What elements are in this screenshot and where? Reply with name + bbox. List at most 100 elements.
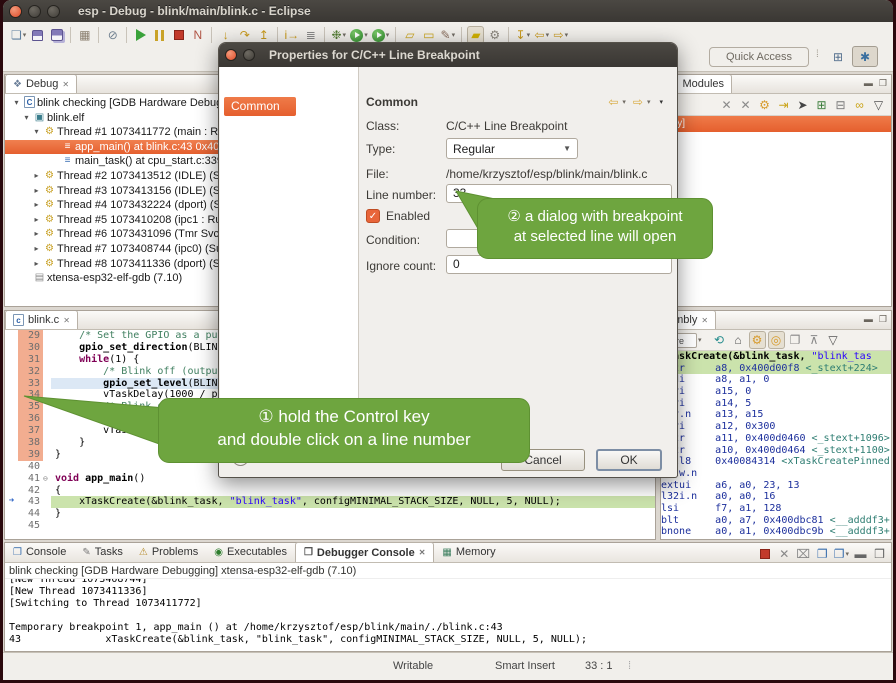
suspend-icon[interactable] [151, 26, 168, 44]
maximize-icon[interactable]: ❒ [871, 545, 888, 563]
disassembly-line[interactable]: l32i.n a0, a0, 16 [661, 491, 891, 503]
disassembly-line[interactable]: blt a0, a7, 0x400dbc81 <__adddf3+ [661, 515, 891, 527]
disassembly-line[interactable]: addi a8, a1, 0 [661, 374, 891, 386]
maximize-icon[interactable]: ❒ [879, 78, 887, 89]
window-minimize-icon[interactable] [28, 5, 41, 18]
maximize-icon[interactable]: ❒ [879, 314, 887, 325]
expand-all-icon[interactable]: ⊞ [813, 96, 830, 114]
tab-executables[interactable]: ◉Executables [206, 542, 295, 562]
cpp-perspective-icon[interactable]: ⊞ [828, 46, 848, 67]
code-line[interactable]: 44} [5, 508, 655, 520]
modules-selected-row[interactable]: rary] [661, 116, 891, 132]
remove-launch-icon[interactable]: ✕ [776, 545, 793, 563]
line-number[interactable]: 39 [18, 449, 43, 461]
close-icon[interactable]: ✕ [63, 316, 70, 325]
disassembly-line[interactable]: movi a15, 0 [661, 386, 891, 398]
view-menu-icon[interactable]: ▾ [659, 98, 663, 106]
line-number[interactable]: 31 [18, 354, 43, 366]
disassembly-listing[interactable]: xTaskCreate(&blink_task, "blink_tasl32r … [661, 351, 891, 539]
module-settings-icon[interactable]: ⚙ [756, 96, 773, 114]
code-line[interactable]: 45 [5, 520, 655, 532]
open-new-view-icon[interactable]: ❐ [787, 331, 804, 349]
line-number[interactable]: 30 [18, 342, 43, 354]
sync-active-context-icon[interactable]: ⚙ [749, 331, 766, 349]
disassembly-line[interactable]: mov.n a13, a15 [661, 409, 891, 421]
home-icon[interactable]: ⌂ [730, 331, 747, 349]
type-dropdown[interactable]: Regular ▼ [446, 138, 578, 159]
minimize-icon[interactable]: ▬ [864, 78, 873, 89]
tree-expander-icon[interactable]: ▾ [21, 111, 32, 126]
tree-expander-icon[interactable]: ▸ [31, 213, 42, 228]
sidebar-item-common[interactable]: Common [224, 97, 296, 116]
load-symbols-icon[interactable]: ⇥ [775, 96, 792, 114]
tab-debugger-console[interactable]: ❐Debugger Console✕ [295, 542, 434, 562]
disassembly-line[interactable]: xTaskCreate(&blink_task, "blink_tas [661, 351, 891, 363]
tab-console[interactable]: ❐Console [5, 542, 74, 562]
code-line[interactable]: 42{ [5, 485, 655, 497]
refresh-icon[interactable]: ⟲ [711, 331, 728, 349]
tab-memory[interactable]: ▦Memory [434, 542, 503, 562]
tree-expander-icon[interactable]: ▸ [31, 227, 42, 242]
tab-tasks[interactable]: ✎Tasks [74, 542, 131, 562]
terminate-icon[interactable] [170, 26, 187, 44]
open-console-icon[interactable]: ❐▾ [833, 545, 850, 563]
enabled-checkbox[interactable]: ✓ [366, 209, 380, 223]
clear-console-icon[interactable]: ⌧ [795, 545, 812, 563]
fold-icon[interactable]: ⊖ [43, 473, 51, 485]
view-menu-icon[interactable]: ▽ [870, 96, 887, 114]
tab-problems[interactable]: ⚠Problems [131, 542, 206, 562]
line-number[interactable]: 45 [18, 520, 43, 532]
window-maximize-icon[interactable] [47, 5, 60, 18]
line-number[interactable]: 41 [18, 473, 43, 485]
disassembly-line[interactable]: extui a6, a0, 23, 13 [661, 480, 891, 492]
quick-access-button[interactable]: Quick Access [709, 47, 809, 67]
tab-debug[interactable]: ❖ Debug ✕ [5, 75, 77, 93]
new-wizard-icon[interactable]: ❏▾ [10, 26, 27, 44]
select-pointer-icon[interactable]: ➤ [794, 96, 811, 114]
view-menu-icon[interactable]: ▽ [825, 331, 842, 349]
show-source-icon[interactable]: ◎ [768, 331, 785, 349]
build-binary-icon[interactable]: ▦ [76, 26, 93, 44]
disassembly-line[interactable]: bnone a0, a1, 0x400dbc9b <__adddf3+ [661, 526, 891, 538]
remove-module-icon[interactable]: ✕ [718, 96, 735, 114]
tab-blink-c[interactable]: c blink.c ✕ [5, 311, 78, 329]
line-number[interactable]: 42 [18, 485, 43, 497]
dialog-close-icon[interactable] [225, 49, 237, 61]
line-number[interactable]: 40 [18, 461, 43, 473]
resume-icon[interactable] [132, 26, 149, 44]
ok-button[interactable]: OK [596, 449, 662, 471]
skip-all-breakpoints-icon[interactable]: ⊘ [104, 26, 121, 44]
tree-expander-icon[interactable]: ▸ [31, 242, 42, 257]
disconnect-icon[interactable]: N [189, 26, 206, 44]
line-number[interactable]: 43 [18, 496, 43, 508]
tree-expander-icon[interactable]: ▾ [11, 96, 22, 111]
minimize-icon[interactable]: ▬ [852, 545, 869, 563]
save-icon[interactable] [29, 26, 46, 44]
forward-arrow-icon[interactable]: ⇨ [633, 95, 643, 109]
link-with-debug-icon[interactable]: ∞ [851, 96, 868, 114]
remove-all-modules-icon[interactable]: ✕ [737, 96, 754, 114]
tree-expander-icon[interactable]: ▾ [31, 125, 42, 140]
back-arrow-icon[interactable]: ⇦ [608, 95, 618, 109]
chevron-down-icon[interactable]: ▾ [622, 98, 626, 106]
close-icon[interactable]: ✕ [62, 80, 69, 89]
disassembly-line[interactable]: movi a14, 5 [661, 398, 891, 410]
close-icon[interactable]: ✕ [419, 548, 426, 557]
terminate-icon[interactable] [757, 545, 774, 563]
line-number[interactable]: 29 [18, 330, 43, 342]
disassembly-line[interactable]: call8 0x40084314 <xTaskCreatePinned [661, 456, 891, 468]
disassembly-line[interactable]: l32r a8, 0x400d00f8 <_stext+224> [661, 363, 891, 375]
save-all-icon[interactable] [48, 26, 65, 44]
dialog-minimize-icon[interactable] [243, 49, 255, 61]
tree-expander-icon[interactable]: ▸ [31, 257, 42, 272]
line-number[interactable]: 44 [18, 508, 43, 520]
tree-expander-icon[interactable]: ▸ [31, 198, 42, 213]
line-number[interactable]: 32 [18, 366, 43, 378]
pin-view-icon[interactable]: ⊼ [806, 331, 823, 349]
chevron-down-icon[interactable]: ▾ [698, 336, 702, 344]
code-line[interactable]: ➜43 xTaskCreate(&blink_task, "blink_task… [5, 496, 655, 508]
disassembly-line[interactable]: movi a12, 0x300 [661, 421, 891, 433]
disassembly-line[interactable]: retw.n [661, 468, 891, 480]
minimize-icon[interactable]: ▬ [864, 314, 873, 325]
display-selected-console-icon[interactable]: ❐ [814, 545, 831, 563]
